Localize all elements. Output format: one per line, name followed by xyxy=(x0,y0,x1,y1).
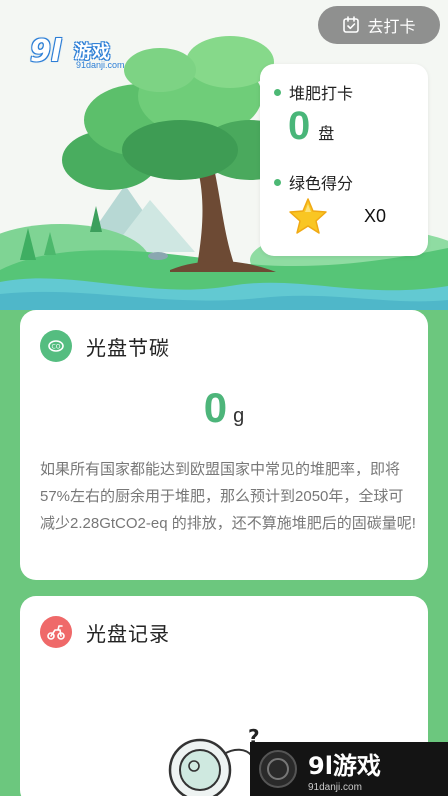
record-badge xyxy=(40,616,72,648)
carbon-badge: CO xyxy=(40,330,72,362)
compost-label: 堆肥打卡 xyxy=(289,86,354,103)
carbon-card-title: 光盘节碳 xyxy=(86,337,170,360)
checkin-button[interactable]: 去打卡 xyxy=(318,6,440,44)
carbon-card-header: CO 光盘节碳 xyxy=(40,330,170,362)
checkin-label: 去打卡 xyxy=(367,19,416,36)
svg-text:CO: CO xyxy=(52,344,61,351)
green-score-value-row: X0 xyxy=(288,197,386,235)
record-card-title: 光盘记录 xyxy=(86,623,170,646)
logo-site: 91danji.com xyxy=(76,60,125,70)
green-score-value: X0 xyxy=(364,205,387,226)
record-card-header: 光盘记录 xyxy=(40,616,170,648)
compost-value: 0 xyxy=(288,104,311,148)
carbon-description: 如果所有国家都能达到欧盟国家中常见的堆肥率，即将57%左右的厨余用于堆肥，那么预… xyxy=(40,461,416,532)
site-logo: 9l 游戏 91danji.com xyxy=(30,34,130,74)
logo-mark: 9l xyxy=(30,34,62,69)
watermark-name: 9l游戏 xyxy=(308,751,381,780)
carbon-saving-card: CO 光盘节碳 0 g 如果所有国家都能达到欧盟国家中常见的堆肥率，即将57%左… xyxy=(20,310,428,580)
gamepad-logo-icon xyxy=(259,750,297,788)
compost-unit: 盘 xyxy=(318,126,335,143)
green-score-row: 绿色得分 xyxy=(274,170,353,194)
calendar-check-icon xyxy=(343,16,360,33)
watermark-text: 9l游戏 91danji.com xyxy=(308,746,381,793)
carbon-value: 0 xyxy=(203,384,228,431)
stats-card: 堆肥打卡 0 盘 绿色得分 X0 xyxy=(260,64,428,256)
star-icon xyxy=(289,198,327,234)
watermark-site: 91danji.com xyxy=(308,781,362,793)
watermark-badge: 9l游戏 91danji.com xyxy=(250,742,448,796)
compost-count: 0 盘 xyxy=(288,104,334,149)
scooter-icon xyxy=(47,625,65,640)
green-score-label: 绿色得分 xyxy=(289,176,354,193)
carbon-unit: g xyxy=(233,405,245,427)
leaf-icon: CO xyxy=(48,340,64,352)
bullet-dot xyxy=(274,178,281,186)
compost-checkin-row: 堆肥打卡 xyxy=(274,80,353,104)
bullet-dot xyxy=(274,88,281,96)
carbon-value-row: 0 g xyxy=(20,384,428,432)
